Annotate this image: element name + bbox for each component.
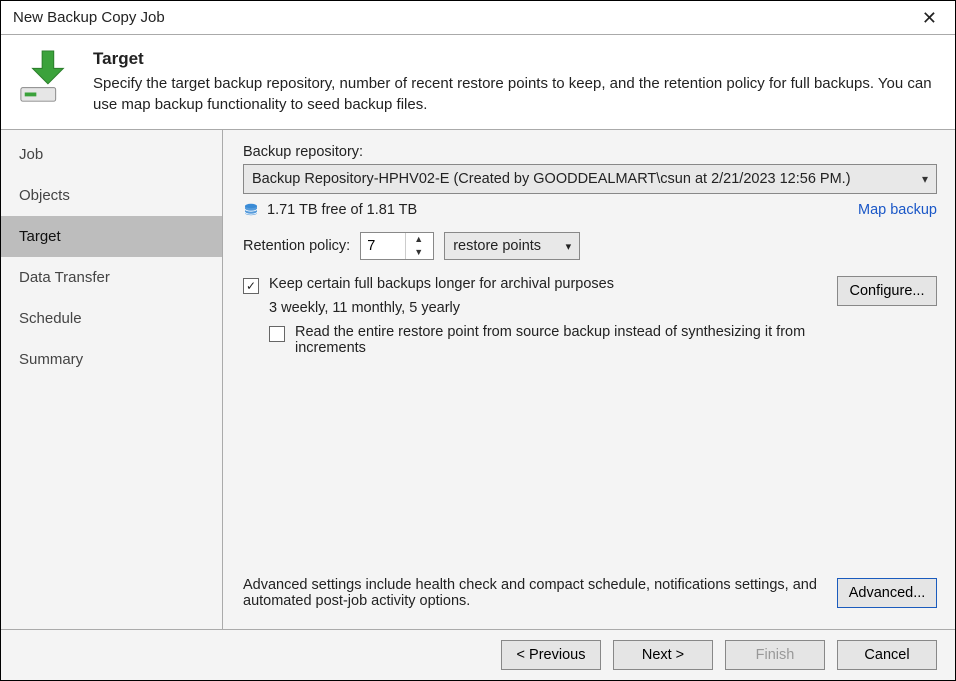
advanced-button[interactable]: Advanced... [837,578,937,608]
previous-button[interactable]: < Previous [501,640,601,670]
finish-button: Finish [725,640,825,670]
close-icon[interactable]: ✕ [916,7,943,29]
free-space-row: 1.71 TB free of 1.81 TB Map backup [243,202,937,218]
chevron-down-icon: ▾ [566,240,572,253]
keep-fulls-label: Keep certain full backups longer for arc… [269,276,614,292]
dialog-window: New Backup Copy Job ✕ Target Specify the… [0,0,956,681]
main-panel: Backup repository: Backup Repository-HPH… [223,130,955,629]
retention-label: Retention policy: [243,238,350,254]
sidebar-item-target[interactable]: Target [1,216,222,257]
retention-unit-dropdown[interactable]: restore points ▾ [444,232,580,260]
disk-icon [243,202,259,218]
sidebar-item-data-transfer[interactable]: Data Transfer [1,257,222,298]
sidebar-item-schedule[interactable]: Schedule [1,298,222,339]
cancel-button[interactable]: Cancel [837,640,937,670]
body: Job Objects Target Data Transfer Schedul… [1,130,955,629]
keep-fulls-summary: 3 weekly, 11 monthly, 5 yearly [269,300,825,316]
sidebar-item-job[interactable]: Job [1,134,222,175]
read-entire-checkbox[interactable] [269,326,285,342]
retention-row: Retention policy: ▲ ▼ restore points ▾ [243,232,937,260]
retention-unit-value: restore points [453,238,541,254]
read-entire-label: Read the entire restore point from sourc… [295,324,825,356]
next-button[interactable]: Next > [613,640,713,670]
target-icon [17,49,75,107]
header-description: Specify the target backup repository, nu… [93,73,937,115]
titlebar: New Backup Copy Job ✕ [1,1,955,35]
configure-button[interactable]: Configure... [837,276,937,306]
retention-spinner[interactable]: ▲ ▼ [360,232,434,260]
footer: < Previous Next > Finish Cancel [1,629,955,680]
repo-value: Backup Repository-HPHV02-E (Created by G… [252,171,851,187]
map-backup-link[interactable]: Map backup [858,202,937,218]
window-title: New Backup Copy Job [13,9,165,26]
repo-label: Backup repository: [243,144,937,160]
repo-dropdown[interactable]: Backup Repository-HPHV02-E (Created by G… [243,164,937,194]
spinner-up-icon[interactable]: ▲ [406,233,431,246]
keep-fulls-row: ✓ Keep certain full backups longer for a… [243,276,937,356]
header-text: Target Specify the target backup reposit… [93,49,937,115]
chevron-down-icon: ▾ [922,172,928,186]
retention-input[interactable] [361,233,405,259]
sidebar-item-objects[interactable]: Objects [1,175,222,216]
sidebar-item-summary[interactable]: Summary [1,339,222,380]
header-title: Target [93,49,937,69]
keep-fulls-checkbox[interactable]: ✓ [243,278,259,294]
advanced-text: Advanced settings include health check a… [243,577,821,609]
free-space-text: 1.71 TB free of 1.81 TB [267,202,417,218]
spinner-down-icon[interactable]: ▼ [406,246,431,259]
sidebar: Job Objects Target Data Transfer Schedul… [1,130,223,629]
advanced-row: Advanced settings include health check a… [243,577,937,609]
header: Target Specify the target backup reposit… [1,35,955,130]
